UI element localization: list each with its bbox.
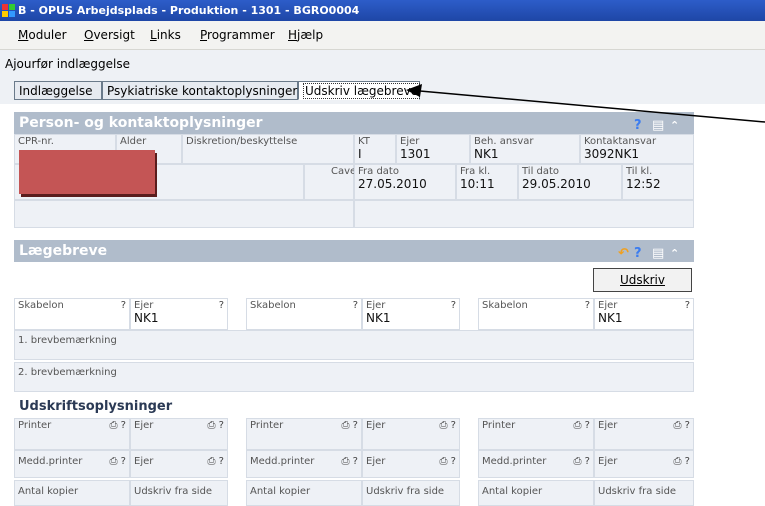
printer-icon: ⎙ ? [207, 420, 225, 431]
printer-icon: ⎙ ? [207, 456, 225, 467]
printer-icon: ⎙ ? [341, 456, 359, 467]
skabelon-field-3[interactable]: Skabelon? [478, 298, 594, 330]
printer-icon: ⎙ ? [109, 420, 127, 431]
antal-kopier-field-3[interactable]: Antal kopier [478, 480, 594, 506]
breadcrumb-bar: Ajourfør indlæggelse [0, 50, 765, 79]
laegebreve-panel-header: Lægebreve ↶ ? ▤ ⌃ [14, 240, 694, 262]
menu-bar: Moduler Oversigt Links Programmer Hjælp [0, 21, 765, 50]
fra-side-field-1[interactable]: Udskriv fra side [130, 480, 228, 506]
printer-icon: ⎙ ? [341, 420, 359, 431]
window-title: B - OPUS Arbejdsplads - Produktion - 130… [18, 4, 360, 17]
ejer-print-field-1[interactable]: Ejer ⎙ ? [130, 418, 228, 450]
antal-kopier-field-2[interactable]: Antal kopier [246, 480, 362, 506]
medd-printer-field-1[interactable]: Medd.printer ⎙ ? [14, 450, 130, 478]
diskretion-field: Diskretion/beskyttelse [182, 134, 354, 164]
person-panel-header: Person- og kontaktoplysninger ? ▤ ⌃ [14, 112, 694, 134]
kt-field: KT I [354, 134, 396, 164]
udskrift-section-title: Udskriftsoplysninger [19, 399, 173, 414]
collapse-icon[interactable]: ⌃ [670, 243, 679, 265]
menu-links[interactable]: Links [150, 28, 181, 42]
printer-icon: ⎙ ? [673, 420, 691, 431]
list-icon[interactable]: ▤ [652, 243, 664, 265]
printer-icon: ⎙ ? [573, 456, 591, 467]
printer-icon: ⎙ ? [439, 456, 457, 467]
printer-icon: ⎙ ? [673, 456, 691, 467]
fra-side-field-2[interactable]: Udskriv fra side [362, 480, 460, 506]
ejer-field-3[interactable]: Ejer? NK1 [594, 298, 694, 330]
tab-psykiatriske-kontaktoplysninger[interactable]: Psykiatriske kontaktoplysninger [102, 81, 298, 100]
ejer-field-2[interactable]: Ejer? NK1 [362, 298, 460, 330]
kontaktansvar-field: Kontaktansvar 3092NK1 [580, 134, 694, 164]
ejer-print-field-2[interactable]: Ejer ⎙ ? [362, 418, 460, 450]
redacted-block [19, 150, 155, 194]
brevbemaerkning-2[interactable]: 2. brevbemærkning [14, 362, 694, 392]
medd-printer-field-2[interactable]: Medd.printer ⎙ ? [246, 450, 362, 478]
person-extra-right [354, 200, 694, 228]
cave-field: Cave [304, 164, 356, 200]
printer-icon: ⎙ ? [109, 456, 127, 467]
beh-ansvar-field: Beh. ansvar NK1 [470, 134, 580, 164]
brevbemaerkning-1[interactable]: 1. brevbemærkning [14, 330, 694, 360]
skabelon-field-2[interactable]: Skabelon? [246, 298, 362, 330]
person-extra-left [14, 200, 354, 228]
undo-icon[interactable]: ↶ [618, 243, 629, 265]
ejer-field-1[interactable]: Ejer? NK1 [130, 298, 228, 330]
tab-udskriv-laegebreve[interactable]: Udskriv lægebreve [298, 81, 421, 100]
til-dato-field: Til dato 29.05.2010 [518, 164, 622, 200]
fra-dato-field: Fra dato 27.05.2010 [354, 164, 456, 200]
printer-icon: ⎙ ? [573, 420, 591, 431]
ejer-field: Ejer 1301 [396, 134, 470, 164]
printer-field-3[interactable]: Printer ⎙ ? [478, 418, 594, 450]
printer-field-1[interactable]: Printer ⎙ ? [14, 418, 130, 450]
breadcrumb: Ajourfør indlæggelse [5, 57, 130, 71]
fra-side-field-3[interactable]: Udskriv fra side [594, 480, 694, 506]
printer-icon: ⎙ ? [439, 420, 457, 431]
antal-kopier-field-1[interactable]: Antal kopier [14, 480, 130, 506]
medd-ejer-field-2[interactable]: Ejer ⎙ ? [362, 450, 460, 478]
app-icon [2, 4, 15, 17]
skabelon-field-1[interactable]: Skabelon? [14, 298, 130, 330]
til-kl-field: Til kl. 12:52 [622, 164, 694, 200]
help-icon[interactable]: ? [634, 243, 642, 265]
medd-ejer-field-1[interactable]: Ejer ⎙ ? [130, 450, 228, 478]
menu-moduler[interactable]: Moduler [18, 28, 67, 42]
menu-hjaelp[interactable]: Hjælp [288, 28, 323, 42]
menu-programmer[interactable]: Programmer [200, 28, 275, 42]
tab-strip: Indlæggelse Psykiatriske kontaktoplysnin… [0, 78, 765, 104]
udskriv-button[interactable]: Udskriv [593, 268, 692, 292]
medd-ejer-field-3[interactable]: Ejer ⎙ ? [594, 450, 694, 478]
medd-printer-field-3[interactable]: Medd.printer ⎙ ? [478, 450, 594, 478]
menu-oversigt[interactable]: Oversigt [84, 28, 135, 42]
tab-indlaeggelse[interactable]: Indlæggelse [14, 81, 102, 100]
window-titlebar: B - OPUS Arbejdsplads - Produktion - 130… [0, 0, 765, 21]
ejer-print-field-3[interactable]: Ejer ⎙ ? [594, 418, 694, 450]
printer-field-2[interactable]: Printer ⎙ ? [246, 418, 362, 450]
fra-kl-field: Fra kl. 10:11 [456, 164, 518, 200]
